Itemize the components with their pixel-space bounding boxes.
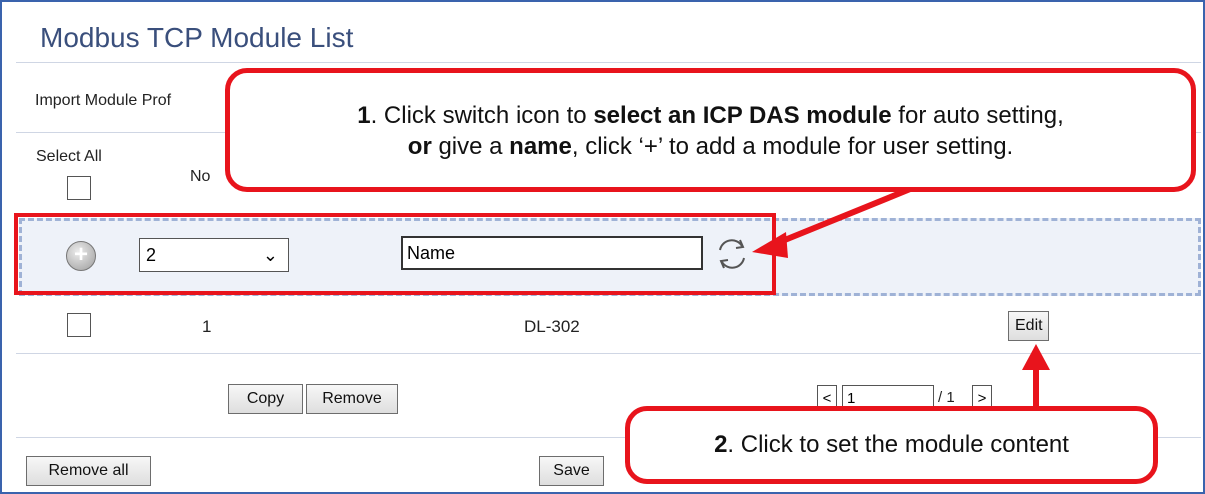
callout-2: 2. Click to set the module content (625, 406, 1158, 484)
callout-1: 1. Click switch icon to select an ICP DA… (225, 68, 1196, 192)
callout-1-line-2: or give a name, click ‘+’ to add a modul… (407, 133, 1014, 160)
arrow-line-1 (768, 182, 922, 249)
arrow-head-1 (752, 232, 788, 258)
arrow-head-2 (1022, 344, 1050, 370)
callout-1-line-1: 1. Click switch icon to select an ICP DA… (357, 102, 1064, 129)
